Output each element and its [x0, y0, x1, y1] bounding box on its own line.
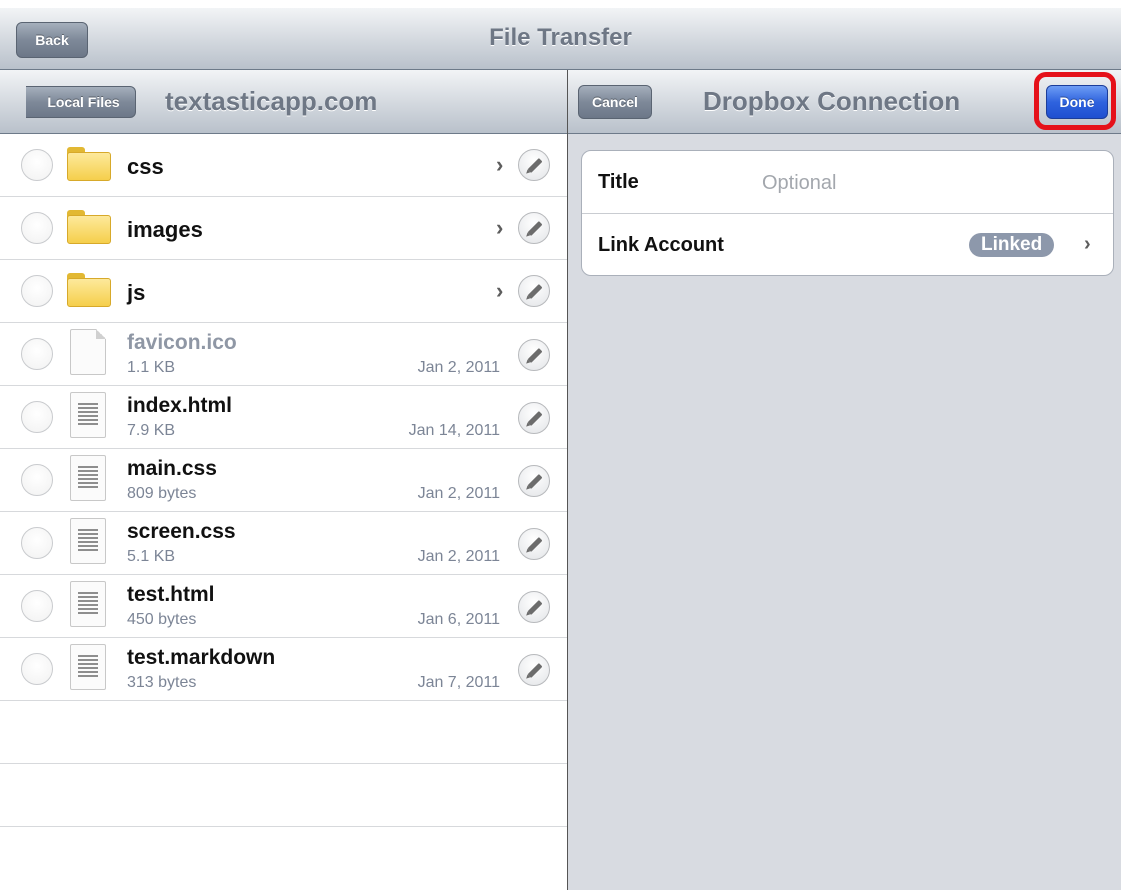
- local-files-pane: Local Files textasticapp.com css › image…: [0, 70, 567, 890]
- right-nav-bar: Cancel Dropbox Connection Done: [568, 70, 1121, 134]
- link-account-row[interactable]: Link Account Linked ›: [582, 213, 1113, 276]
- left-pane-title: textasticapp.com: [165, 86, 378, 116]
- text-file-icon: [70, 518, 106, 564]
- text-file-icon: [70, 455, 106, 501]
- edit-pencil-icon[interactable]: [518, 528, 550, 560]
- select-radio[interactable]: [21, 275, 53, 307]
- title-label: Title: [598, 171, 639, 193]
- file-size: 809 bytes: [127, 485, 197, 502]
- file-row[interactable]: main.css 809 bytes Jan 2, 2011: [0, 449, 567, 512]
- file-date: Jan 2, 2011: [417, 548, 500, 565]
- file-date: Jan 2, 2011: [417, 359, 500, 376]
- linked-status-badge: Linked: [969, 233, 1055, 257]
- file-name: index.html: [127, 394, 233, 417]
- cancel-button[interactable]: Cancel: [578, 85, 652, 119]
- select-radio[interactable]: [21, 338, 53, 370]
- select-radio[interactable]: [21, 653, 53, 685]
- edit-pencil-icon[interactable]: [518, 465, 550, 497]
- select-radio[interactable]: [21, 464, 53, 496]
- chevron-right-icon: ›: [496, 278, 504, 303]
- chevron-right-icon: ›: [496, 152, 504, 177]
- text-file-icon: [70, 644, 106, 690]
- connection-form: Title Optional Link Account Linked ›: [581, 150, 1114, 276]
- dropbox-connection-pane: Cancel Dropbox Connection Done Title Opt…: [568, 70, 1121, 890]
- file-name: test.markdown: [127, 646, 276, 669]
- file-size: 1.1 KB: [127, 359, 176, 376]
- edit-pencil-icon[interactable]: [518, 275, 550, 307]
- file-row[interactable]: test.html 450 bytes Jan 6, 2011: [0, 575, 567, 638]
- file-name: test.html: [127, 583, 215, 606]
- folder-icon: [67, 147, 111, 181]
- page-title: File Transfer: [489, 24, 632, 51]
- folder-row[interactable]: css ›: [0, 134, 567, 197]
- select-radio[interactable]: [21, 212, 53, 244]
- chevron-right-icon: ›: [496, 215, 504, 240]
- file-row[interactable]: favicon.ico 1.1 KB Jan 2, 2011: [0, 323, 567, 386]
- file-size: 7.9 KB: [127, 422, 176, 439]
- top-toolbar: Back File Transfer: [0, 8, 1121, 70]
- right-pane-title: Dropbox Connection: [703, 86, 961, 116]
- folder-name: css: [127, 154, 164, 179]
- select-radio[interactable]: [21, 401, 53, 433]
- folder-row[interactable]: js ›: [0, 260, 567, 323]
- edit-pencil-icon[interactable]: [518, 149, 550, 181]
- blank-file-icon: [70, 329, 106, 375]
- edit-pencil-icon[interactable]: [518, 402, 550, 434]
- folder-icon: [67, 273, 111, 307]
- folder-row[interactable]: images ›: [0, 197, 567, 260]
- select-radio[interactable]: [21, 590, 53, 622]
- select-radio[interactable]: [21, 149, 53, 181]
- text-file-icon: [70, 581, 106, 627]
- file-name: main.css: [127, 457, 217, 480]
- edit-pencil-icon[interactable]: [518, 212, 550, 244]
- file-name: favicon.ico: [127, 331, 237, 354]
- file-size: 313 bytes: [127, 674, 197, 691]
- left-nav-bar: Local Files textasticapp.com: [0, 70, 567, 134]
- select-radio[interactable]: [21, 527, 53, 559]
- text-file-icon: [70, 392, 106, 438]
- file-date: Jan 7, 2011: [417, 674, 500, 691]
- file-row[interactable]: screen.css 5.1 KB Jan 2, 2011: [0, 512, 567, 575]
- file-date: Jan 6, 2011: [417, 611, 500, 628]
- file-size: 5.1 KB: [127, 548, 176, 565]
- file-list: css › images › js › favicon.ico 1.1 KB J…: [0, 134, 567, 827]
- folder-name: js: [127, 280, 146, 305]
- chevron-right-icon: ›: [1084, 233, 1091, 255]
- title-field-row[interactable]: Title Optional: [582, 151, 1113, 213]
- empty-row: [0, 701, 567, 764]
- folder-name: images: [127, 217, 203, 242]
- link-account-label: Link Account: [598, 234, 724, 256]
- folder-icon: [67, 210, 111, 244]
- file-size: 450 bytes: [127, 611, 197, 628]
- file-date: Jan 14, 2011: [408, 422, 500, 439]
- local-files-back-button[interactable]: Local Files: [26, 86, 136, 118]
- file-name: screen.css: [127, 520, 236, 543]
- empty-row: [0, 764, 567, 827]
- file-row[interactable]: test.markdown 313 bytes Jan 7, 2011: [0, 638, 567, 701]
- file-date: Jan 2, 2011: [417, 485, 500, 502]
- title-input[interactable]: Optional: [762, 172, 837, 195]
- file-row[interactable]: index.html 7.9 KB Jan 14, 2011: [0, 386, 567, 449]
- edit-pencil-icon[interactable]: [518, 591, 550, 623]
- edit-pencil-icon[interactable]: [518, 654, 550, 686]
- done-button[interactable]: Done: [1046, 85, 1108, 119]
- edit-pencil-icon[interactable]: [518, 339, 550, 371]
